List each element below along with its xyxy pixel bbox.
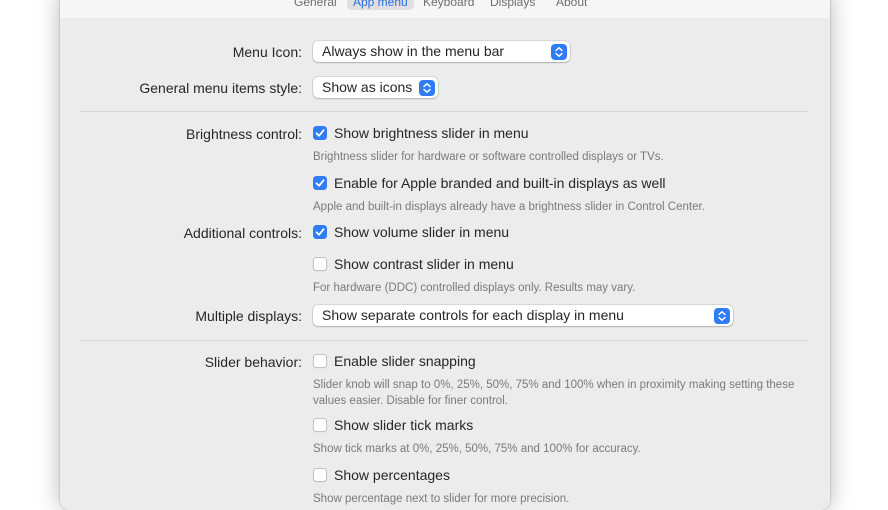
tab-displays[interactable]: Displays [484,0,541,10]
percentages-checkbox[interactable] [313,468,327,482]
slider-snapping-note: Slider knob will snap to 0%, 25%, 50%, 7… [313,379,795,407]
tick-marks-note: Show tick marks at 0%, 25%, 50%, 75% and… [313,443,641,455]
percentages-note: Show percentage next to slider for more … [313,493,570,505]
menu-style-label: General menu items style: [139,80,302,96]
multiple-displays-value: Show separate controls for each display … [322,307,624,323]
brightness-slider-note: Brightness slider for hardware or softwa… [313,151,664,163]
contrast-slider-option: Show contrast slider in menu [334,256,514,272]
preferences-window: General App menu Keyboard Displays About… [60,0,830,510]
checkmark-icon [315,228,325,236]
volume-slider-option: Show volume slider in menu [334,224,510,240]
tab-general[interactable]: General [288,0,343,10]
brightness-label: Brightness control: [186,126,302,142]
menu-style-popup[interactable]: Show as icons [313,77,438,98]
contrast-slider-note: For hardware (DDC) controlled displays o… [313,282,636,294]
tab-about[interactable]: About [550,0,593,10]
tick-marks-checkbox[interactable] [313,418,327,432]
multiple-displays-popup[interactable]: Show separate controls for each display … [313,305,733,326]
tab-app-menu[interactable]: App menu [347,0,414,10]
up-down-chevron-icon [714,307,730,324]
menu-icon-label: Menu Icon: [232,44,302,60]
checkmark-icon [315,129,325,137]
slider-snapping-checkbox[interactable] [313,354,327,368]
separator [80,111,808,112]
tab-bar: General App menu Keyboard Displays About [60,0,830,19]
apple-displays-option: Enable for Apple branded and built-in di… [334,175,666,191]
apple-displays-note: Apple and built-in displays already have… [313,201,705,213]
menu-icon-value: Always show in the menu bar [322,43,505,59]
contrast-slider-checkbox[interactable] [313,257,327,271]
tick-marks-option: Show slider tick marks [334,417,474,433]
multiple-displays-label: Multiple displays: [195,308,302,324]
apple-displays-checkbox[interactable] [313,176,327,190]
percentages-option: Show percentages [334,467,450,483]
up-down-chevron-icon [419,79,435,96]
slider-behavior-label: Slider behavior: [204,354,302,370]
checkmark-icon [315,179,325,187]
separator [80,340,808,341]
brightness-slider-option: Show brightness slider in menu [334,125,529,141]
slider-snapping-option: Enable slider snapping [334,353,476,369]
tab-keyboard[interactable]: Keyboard [417,0,480,10]
up-down-chevron-icon [551,43,567,60]
additional-controls-label: Additional controls: [183,225,302,241]
menu-style-value: Show as icons [322,79,413,95]
menu-icon-popup[interactable]: Always show in the menu bar [313,41,570,62]
settings-pane: Menu Icon: Always show in the menu bar G… [60,18,830,510]
volume-slider-checkbox[interactable] [313,225,327,239]
brightness-slider-checkbox[interactable] [313,126,327,140]
